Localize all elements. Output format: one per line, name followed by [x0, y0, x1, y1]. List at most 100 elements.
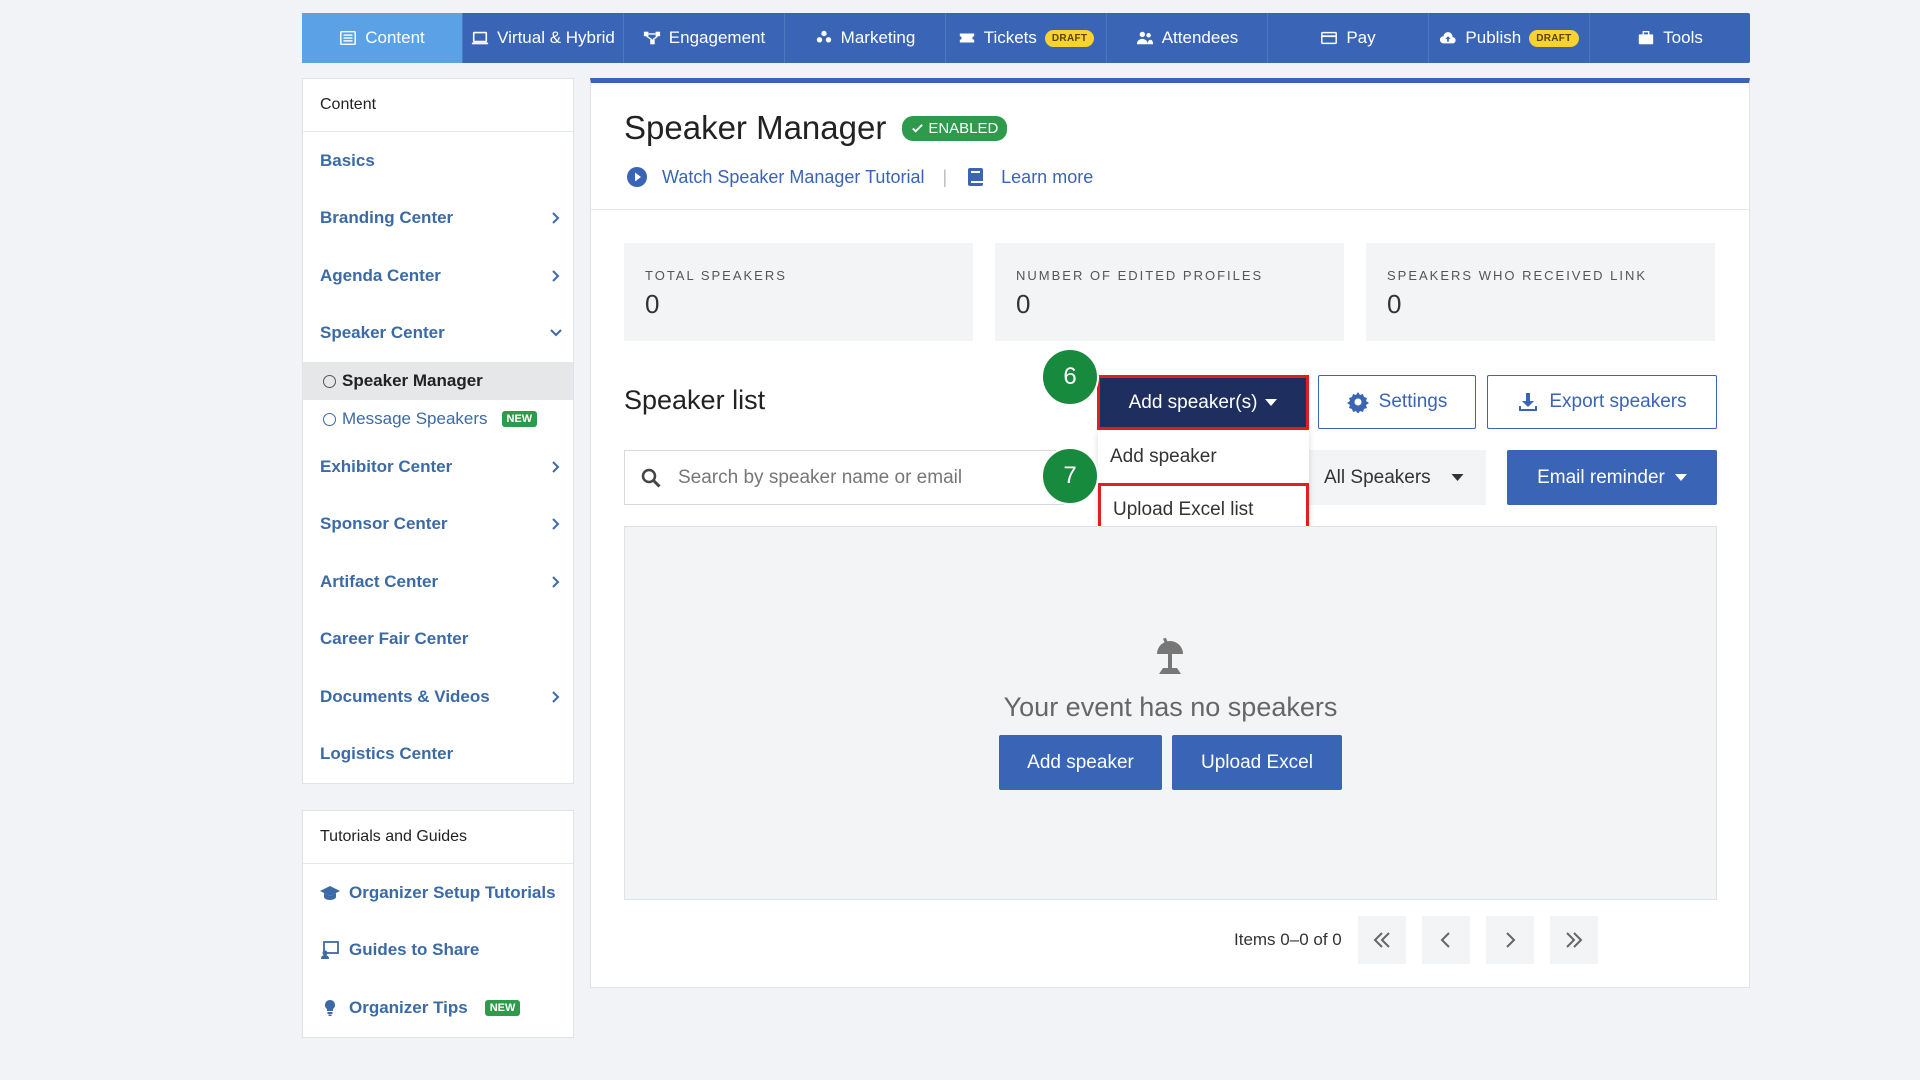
nav-tickets[interactable]: Tickets DRAFT	[946, 13, 1107, 63]
new-badge: NEW	[484, 999, 521, 1016]
circle-icon	[323, 412, 336, 426]
sidebar-item-speaker-manager[interactable]: Speaker Manager	[303, 362, 573, 400]
sidebar-item-agenda-center[interactable]: Agenda Center	[303, 247, 573, 305]
nav-pay[interactable]: Pay	[1268, 13, 1429, 63]
sidebar-item-logistics-center[interactable]: Logistics Center	[303, 726, 573, 784]
link-separator: |	[942, 166, 948, 187]
sidebar-header: Content	[303, 79, 573, 132]
header-divider	[591, 209, 1749, 210]
double-chevron-right-icon	[1566, 932, 1583, 948]
sidebar-item-sponsor-center[interactable]: Sponsor Center	[303, 496, 573, 554]
step-marker-7: 7	[1041, 447, 1099, 505]
caret-down-icon	[1674, 473, 1687, 481]
empty-state: Your event has no speakers Add speaker U…	[624, 526, 1717, 900]
chevron-down-icon	[550, 329, 562, 337]
sidebar-item-exhibitor-center[interactable]: Exhibitor Center	[303, 438, 573, 496]
stat-total-speakers: TOTAL SPEAKERS 0	[624, 243, 973, 341]
laptop-icon	[471, 31, 489, 45]
watch-tutorial-link[interactable]: Watch Speaker Manager Tutorial	[662, 167, 924, 188]
first-page-button[interactable]	[1357, 916, 1406, 964]
organizer-tips-link[interactable]: Organizer Tips NEW	[303, 979, 573, 1037]
speaker-filter-select[interactable]: All Speakers	[1304, 450, 1486, 505]
stats-row: TOTAL SPEAKERS 0 NUMBER OF EDITED PROFIL…	[624, 243, 1715, 341]
add-speakers-button[interactable]: Add speaker(s)	[1097, 375, 1309, 430]
organizer-setup-tutorials-link[interactable]: Organizer Setup Tutorials	[303, 864, 573, 922]
graduation-cap-icon	[320, 885, 340, 900]
email-reminder-button[interactable]: Email reminder	[1507, 450, 1717, 505]
sidebar: Content Basics Branding Center Agenda Ce…	[302, 78, 574, 784]
chevron-right-icon	[552, 270, 560, 282]
credit-card-icon	[1321, 31, 1338, 45]
search-input[interactable]: Search by speaker name or email	[624, 450, 1064, 505]
status-badge: ENABLED	[902, 115, 1008, 141]
add-speakers-dropdown: Add speaker Upload Excel list	[1098, 430, 1309, 540]
cloud-upload-icon	[1440, 32, 1457, 44]
chevron-right-icon	[1506, 932, 1516, 948]
learn-more-link[interactable]: Learn more	[1001, 167, 1093, 188]
chevron-right-icon	[552, 461, 560, 473]
export-speakers-button[interactable]: Export speakers	[1487, 375, 1717, 429]
empty-upload-excel-button[interactable]: Upload Excel	[1172, 735, 1342, 790]
nav-tools[interactable]: Tools	[1590, 13, 1750, 63]
chevron-right-icon	[552, 212, 560, 224]
sidebar-item-career-fair-center[interactable]: Career Fair Center	[303, 611, 573, 669]
stat-received-link: SPEAKERS WHO RECEIVED LINK 0	[1366, 243, 1715, 341]
empty-add-speaker-button[interactable]: Add speaker	[999, 735, 1162, 790]
sidebar-item-documents-videos[interactable]: Documents & Videos	[303, 668, 573, 726]
last-page-button[interactable]	[1549, 916, 1598, 964]
sidebar-item-message-speakers[interactable]: Message Speakers NEW	[303, 400, 573, 438]
nav-engagement[interactable]: Engagement	[624, 13, 785, 63]
chevron-right-icon	[552, 576, 560, 588]
sidebar-item-artifact-center[interactable]: Artifact Center	[303, 553, 573, 611]
speaker-list-title: Speaker list	[624, 385, 766, 415]
pagination-info: Items 0–0 of 0	[1234, 930, 1342, 949]
next-page-button[interactable]	[1485, 916, 1534, 964]
double-chevron-left-icon	[1373, 932, 1390, 948]
chevron-left-icon	[1440, 932, 1450, 948]
sidebar-item-branding-center[interactable]: Branding Center	[303, 190, 573, 248]
play-circle-icon	[627, 167, 647, 187]
toolbox-icon	[1638, 31, 1654, 45]
check-icon	[912, 123, 924, 133]
sidebar-item-basics[interactable]: Basics	[303, 132, 573, 190]
draft-badge: DRAFT	[1044, 29, 1095, 47]
lightbulb-icon	[325, 999, 335, 1016]
guides-to-share-link[interactable]: Guides to Share	[303, 922, 573, 980]
tutorials-panel: Tutorials and Guides Organizer Setup Tut…	[302, 810, 574, 1038]
nav-virtual-hybrid[interactable]: Virtual & Hybrid	[463, 13, 624, 63]
chevron-right-icon	[552, 691, 560, 703]
pagination: Items 0–0 of 0	[1234, 916, 1598, 964]
people-group-icon	[816, 30, 831, 43]
network-icon	[643, 31, 660, 45]
prev-page-button[interactable]	[1421, 916, 1470, 964]
tutorials-header: Tutorials and Guides	[303, 811, 573, 864]
users-icon	[1136, 31, 1153, 45]
nav-publish[interactable]: Publish DRAFT	[1429, 13, 1590, 63]
draft-badge: DRAFT	[1529, 29, 1579, 47]
settings-button[interactable]: Settings	[1318, 375, 1476, 429]
podium-icon	[1157, 637, 1183, 674]
download-icon	[1519, 393, 1538, 411]
presentation-icon	[321, 941, 339, 960]
nav-content[interactable]: Content	[302, 13, 463, 63]
search-icon	[641, 468, 661, 488]
nav-marketing[interactable]: Marketing	[785, 13, 946, 63]
gear-icon	[1346, 392, 1369, 413]
main-panel: Speaker Manager ENABLED Watch Speaker Ma…	[590, 78, 1750, 988]
book-icon	[968, 168, 984, 186]
nav-attendees[interactable]: Attendees	[1107, 13, 1268, 63]
sidebar-item-speaker-center[interactable]: Speaker Center	[303, 305, 573, 363]
circle-icon	[323, 374, 336, 388]
new-badge: NEW	[501, 411, 538, 427]
page-title: Speaker Manager	[624, 109, 887, 146]
ticket-icon	[959, 33, 974, 43]
list-icon	[340, 30, 357, 46]
chevron-right-icon	[552, 518, 560, 530]
step-marker-6: 6	[1041, 348, 1099, 406]
dropdown-add-speaker[interactable]: Add speaker	[1098, 430, 1309, 483]
stat-edited-profiles: NUMBER OF EDITED PROFILES 0	[995, 243, 1344, 341]
top-nav: Content Virtual & Hybrid Engagement Mark…	[302, 13, 1750, 63]
caret-down-icon	[1451, 473, 1464, 481]
caret-down-icon	[1265, 398, 1278, 406]
empty-message: Your event has no speakers	[1003, 692, 1338, 722]
